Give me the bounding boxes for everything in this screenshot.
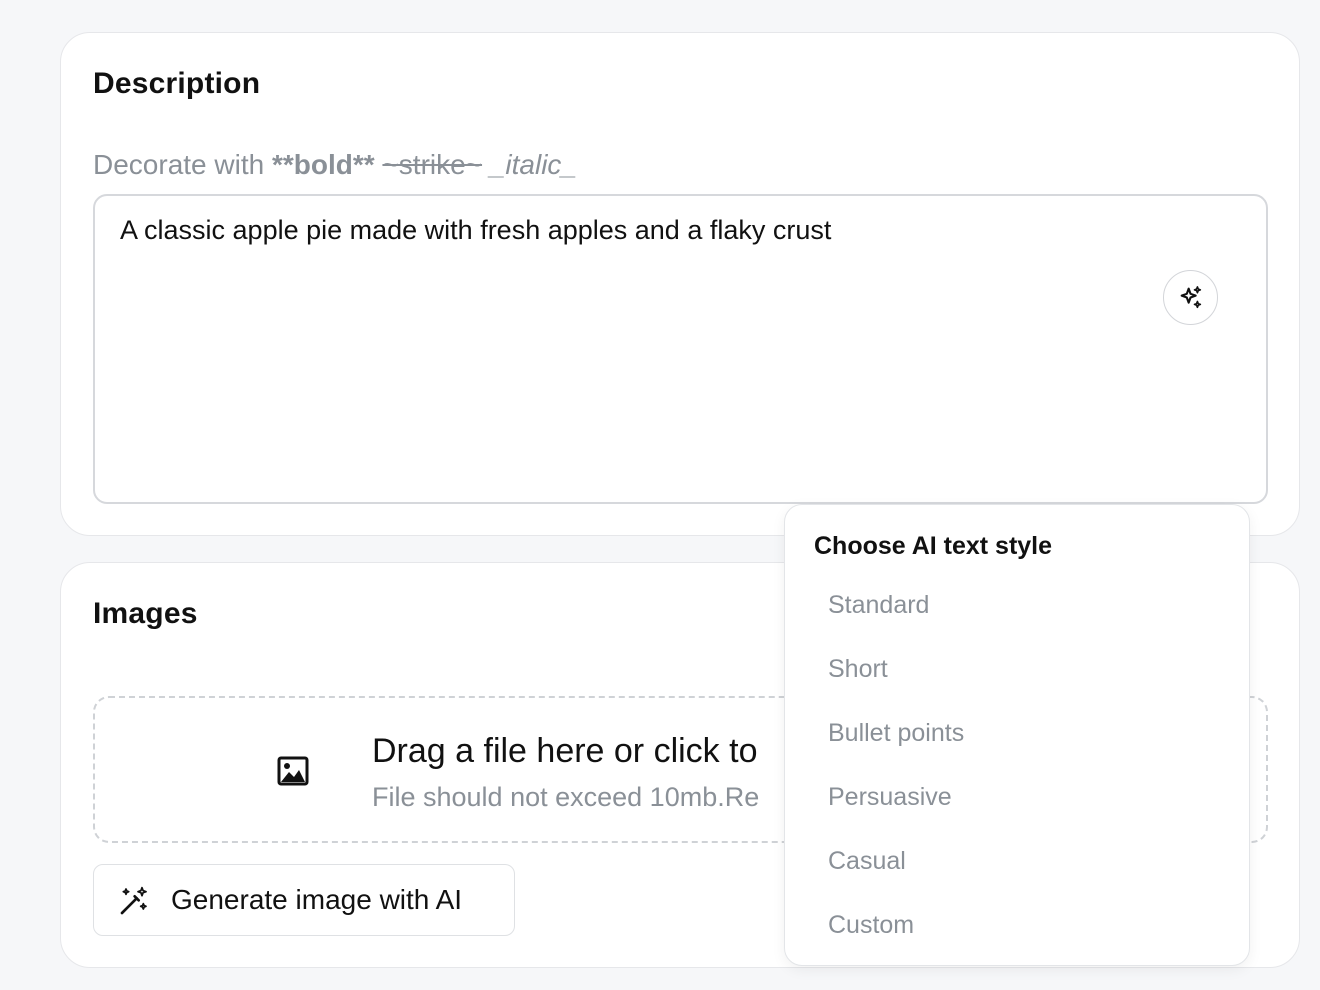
- menu-item-persuasive[interactable]: Persuasive: [828, 783, 952, 812]
- description-card: Description Decorate with **bold** ~stri…: [60, 32, 1300, 536]
- magic-wand-icon: [120, 886, 147, 915]
- ai-text-style-title: Choose AI text style: [814, 532, 1053, 560]
- hint-italic: _italic_: [489, 149, 577, 180]
- description-text[interactable]: A classic apple pie made with fresh appl…: [120, 215, 831, 246]
- menu-item-short[interactable]: Short: [828, 655, 888, 684]
- ai-generate-text-button[interactable]: [1163, 270, 1218, 325]
- generate-image-ai-label: Generate image with AI: [171, 884, 463, 915]
- image-icon: [277, 756, 309, 786]
- description-textarea[interactable]: A classic apple pie made with fresh appl…: [93, 194, 1268, 504]
- images-title: Images: [93, 597, 198, 630]
- sparkles-icon: [1180, 285, 1201, 308]
- dropzone-title: Drag a file here or click to: [372, 732, 758, 770]
- formatting-hint: Decorate with **bold** ~strike~ _italic_: [93, 149, 577, 181]
- menu-item-custom[interactable]: Custom: [828, 911, 914, 940]
- description-title: Description: [93, 67, 261, 100]
- generate-image-ai-button[interactable]: Generate image with AI: [93, 864, 515, 936]
- ai-text-style-menu: Choose AI text style Standard Short Bull…: [784, 504, 1250, 966]
- menu-item-casual[interactable]: Casual: [828, 847, 906, 876]
- hint-bold: **bold**: [271, 149, 375, 180]
- menu-item-standard[interactable]: Standard: [828, 591, 929, 620]
- hint-strike: ~strike~: [382, 149, 483, 180]
- hint-prefix: Decorate with: [93, 149, 265, 180]
- menu-item-bullet-points[interactable]: Bullet points: [828, 719, 964, 748]
- dropzone-subtitle: File should not exceed 10mb.Re: [372, 782, 760, 812]
